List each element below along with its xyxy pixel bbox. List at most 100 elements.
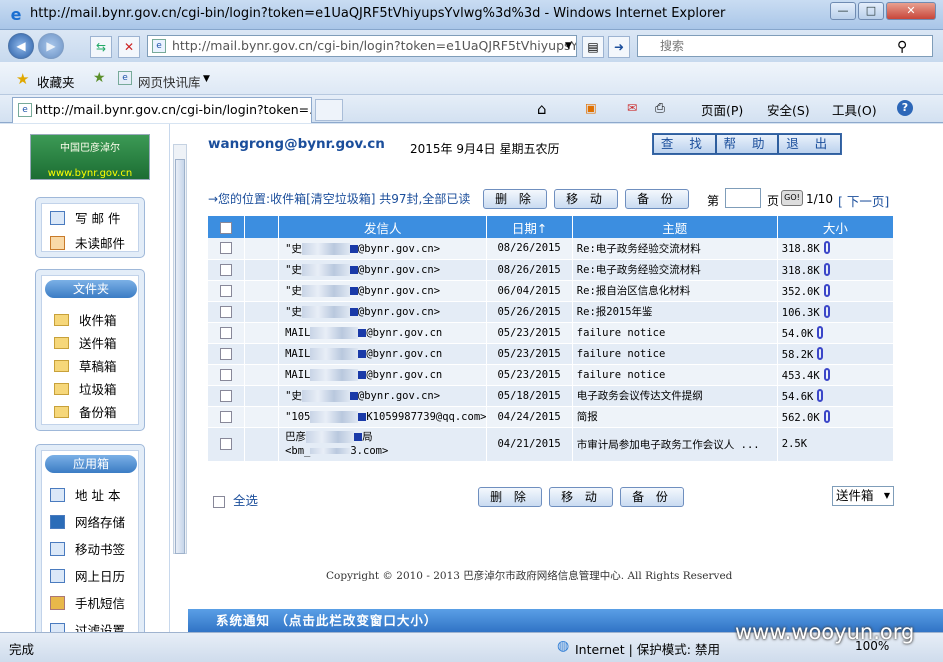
app-sms[interactable]: 手机短信 — [50, 593, 125, 612]
subject-cell[interactable]: Re:电子政务经验交流材料 — [572, 259, 778, 281]
folder-select[interactable]: 送件箱 ▼ — [832, 486, 894, 506]
table-row[interactable]: MAIL @bynr.gov.cn 05/23/2015 failure notice… — [208, 322, 895, 344]
web-slice-gallery[interactable]: 网页快讯库 — [138, 72, 201, 91]
checkbox[interactable] — [220, 305, 233, 318]
subject-cell[interactable]: failure notice — [572, 364, 778, 386]
subject-cell[interactable]: Re:报自治区信息化材料 — [572, 280, 778, 302]
date-header[interactable]: 日期↑ — [486, 216, 573, 238]
checkbox[interactable] — [220, 222, 233, 234]
sender-header[interactable]: 发信人 — [278, 216, 488, 238]
compat-view-icon[interactable]: ▤ — [582, 36, 604, 58]
size-header[interactable]: 大小 — [777, 216, 895, 238]
new-tab-button[interactable] — [315, 99, 343, 121]
subject-cell[interactable]: 市审计局参加电子政务工作会议人 ... — [572, 427, 778, 462]
bottom-backup-button[interactable]: 备 份 — [620, 487, 684, 507]
help-icon[interactable]: ? — [897, 100, 913, 116]
folder-inbox[interactable]: 收件箱 — [54, 310, 117, 329]
bottom-move-button[interactable]: 移 动 — [549, 487, 613, 507]
favorites-button[interactable]: 收藏夹 — [37, 72, 75, 91]
sender-cell[interactable]: "史 @bynr.gov.cn> — [278, 238, 488, 260]
sender-cell[interactable]: MAIL @bynr.gov.cn — [278, 364, 488, 386]
app-address-book[interactable]: 地 址 本 — [50, 485, 120, 504]
row-checkbox-cell[interactable] — [208, 385, 246, 407]
select-all[interactable]: 全选 — [213, 490, 258, 509]
url-input[interactable]: e http://mail.bynr.gov.cn/cgi-bin/login?… — [147, 35, 577, 57]
subject-cell[interactable]: 电子政务会议传达文件提纲 — [572, 385, 778, 407]
checkbox[interactable] — [220, 368, 233, 381]
go-arrow-icon[interactable]: ➜ — [608, 36, 630, 58]
app-storage[interactable]: 网络存储 — [50, 512, 125, 531]
checkbox[interactable] — [220, 263, 233, 276]
sender-cell[interactable]: "史 @bynr.gov.cn> — [278, 280, 488, 302]
forward-button[interactable]: ▶ — [38, 33, 64, 59]
close-button[interactable]: ✕ — [886, 2, 936, 20]
checkbox[interactable] — [220, 284, 233, 297]
feeds-icon[interactable]: ▣ — [585, 100, 597, 115]
row-checkbox-cell[interactable] — [208, 280, 246, 302]
unread-link[interactable]: 未读邮件 — [50, 233, 125, 252]
app-calendar[interactable]: 网上日历 — [50, 566, 125, 585]
row-checkbox-cell[interactable] — [208, 238, 246, 260]
checkbox[interactable] — [220, 389, 233, 402]
logout-button[interactable]: 退 出 — [779, 135, 841, 153]
chevron-down-icon[interactable]: ▼ — [203, 74, 210, 84]
sender-cell[interactable]: MAIL @bynr.gov.cn — [278, 322, 488, 344]
checkbox[interactable] — [213, 495, 225, 508]
app-bookmarks[interactable]: 移动书签 — [50, 539, 125, 558]
subject-cell[interactable]: Re:报2015年鉴 — [572, 301, 778, 323]
subject-cell[interactable]: Re:电子政务经验交流材料 — [572, 238, 778, 260]
subject-header[interactable]: 主题 — [572, 216, 778, 238]
refresh-compat-icon[interactable]: ⇆ — [90, 36, 112, 58]
move-button[interactable]: 移 动 — [554, 189, 618, 209]
table-row[interactable]: "史 @bynr.gov.cn> 06/04/2015 Re:报自治区信息化材料 352… — [208, 280, 895, 302]
search-input[interactable]: 搜索 — [637, 35, 933, 57]
row-checkbox-cell[interactable] — [208, 301, 246, 323]
tools-menu[interactable]: 工具(O) — [832, 100, 877, 119]
home-icon[interactable]: ⌂ — [537, 100, 547, 118]
table-row[interactable]: MAIL @bynr.gov.cn 05/23/2015 failure notice… — [208, 364, 895, 386]
folder-drafts[interactable]: 草稿箱 — [54, 356, 117, 375]
app-filter[interactable]: 过滤设置 — [50, 620, 125, 632]
folder-backup[interactable]: 备份箱 — [54, 402, 117, 421]
checkbox[interactable] — [220, 410, 233, 423]
subject-cell[interactable]: failure notice — [572, 343, 778, 365]
checkbox[interactable] — [220, 438, 233, 450]
table-row[interactable]: MAIL @bynr.gov.cn 05/23/2015 failure notice… — [208, 343, 895, 365]
page-number-input[interactable] — [725, 188, 761, 208]
sender-cell[interactable]: 巴彦局 <bm_ 3.com> — [278, 427, 488, 462]
go-button[interactable]: GO! — [781, 190, 803, 206]
sender-cell[interactable]: MAIL @bynr.gov.cn — [278, 343, 488, 365]
stop-icon[interactable]: ✕ — [118, 36, 140, 58]
frame-scrollbar[interactable] — [173, 144, 187, 554]
table-row[interactable]: "105 K1059987739@qq.com> 04/24/2015 简报 562.0… — [208, 406, 895, 428]
bottom-delete-button[interactable]: 删 除 — [478, 487, 542, 507]
maximize-button[interactable]: □ — [858, 2, 884, 20]
subject-cell[interactable]: failure notice — [572, 322, 778, 344]
tab-active[interactable]: e http://mail.bynr.gov.cn/cgi-bin/login?… — [12, 97, 312, 123]
row-checkbox-cell[interactable] — [208, 322, 246, 344]
sender-cell[interactable]: "史 @bynr.gov.cn> — [278, 385, 488, 407]
page-menu[interactable]: 页面(P) — [701, 100, 743, 119]
select-all-header[interactable] — [208, 216, 246, 238]
sender-cell[interactable]: "105 K1059987739@qq.com> — [278, 406, 488, 428]
help-button[interactable]: 帮 助 — [716, 135, 778, 153]
sender-cell[interactable]: "史 @bynr.gov.cn> — [278, 259, 488, 281]
table-row[interactable]: "史 @bynr.gov.cn> 05/26/2015 Re:报2015年鉴 106.3… — [208, 301, 895, 323]
read-mail-icon[interactable]: ✉ — [627, 100, 637, 115]
folder-trash[interactable]: 垃圾箱 — [54, 379, 117, 398]
back-button[interactable]: ◀ — [8, 33, 34, 59]
row-checkbox-cell[interactable] — [208, 427, 246, 462]
next-page-link[interactable]: [ 下一页] — [838, 191, 889, 210]
checkbox[interactable] — [220, 242, 233, 255]
safety-menu[interactable]: 安全(S) — [767, 100, 810, 119]
sender-cell[interactable]: "史 @bynr.gov.cn> — [278, 301, 488, 323]
row-checkbox-cell[interactable] — [208, 364, 246, 386]
compose-link[interactable]: 写 邮 件 — [50, 208, 120, 227]
folder-sent[interactable]: 送件箱 — [54, 333, 117, 352]
delete-button[interactable]: 删 除 — [483, 189, 547, 209]
row-checkbox-cell[interactable] — [208, 259, 246, 281]
add-favorite-icon[interactable]: ★ — [93, 70, 106, 86]
url-dropdown-icon[interactable]: ▼ — [565, 41, 572, 51]
search-icon[interactable]: ⚲ — [897, 39, 907, 55]
scrollbar-thumb[interactable] — [175, 159, 185, 554]
